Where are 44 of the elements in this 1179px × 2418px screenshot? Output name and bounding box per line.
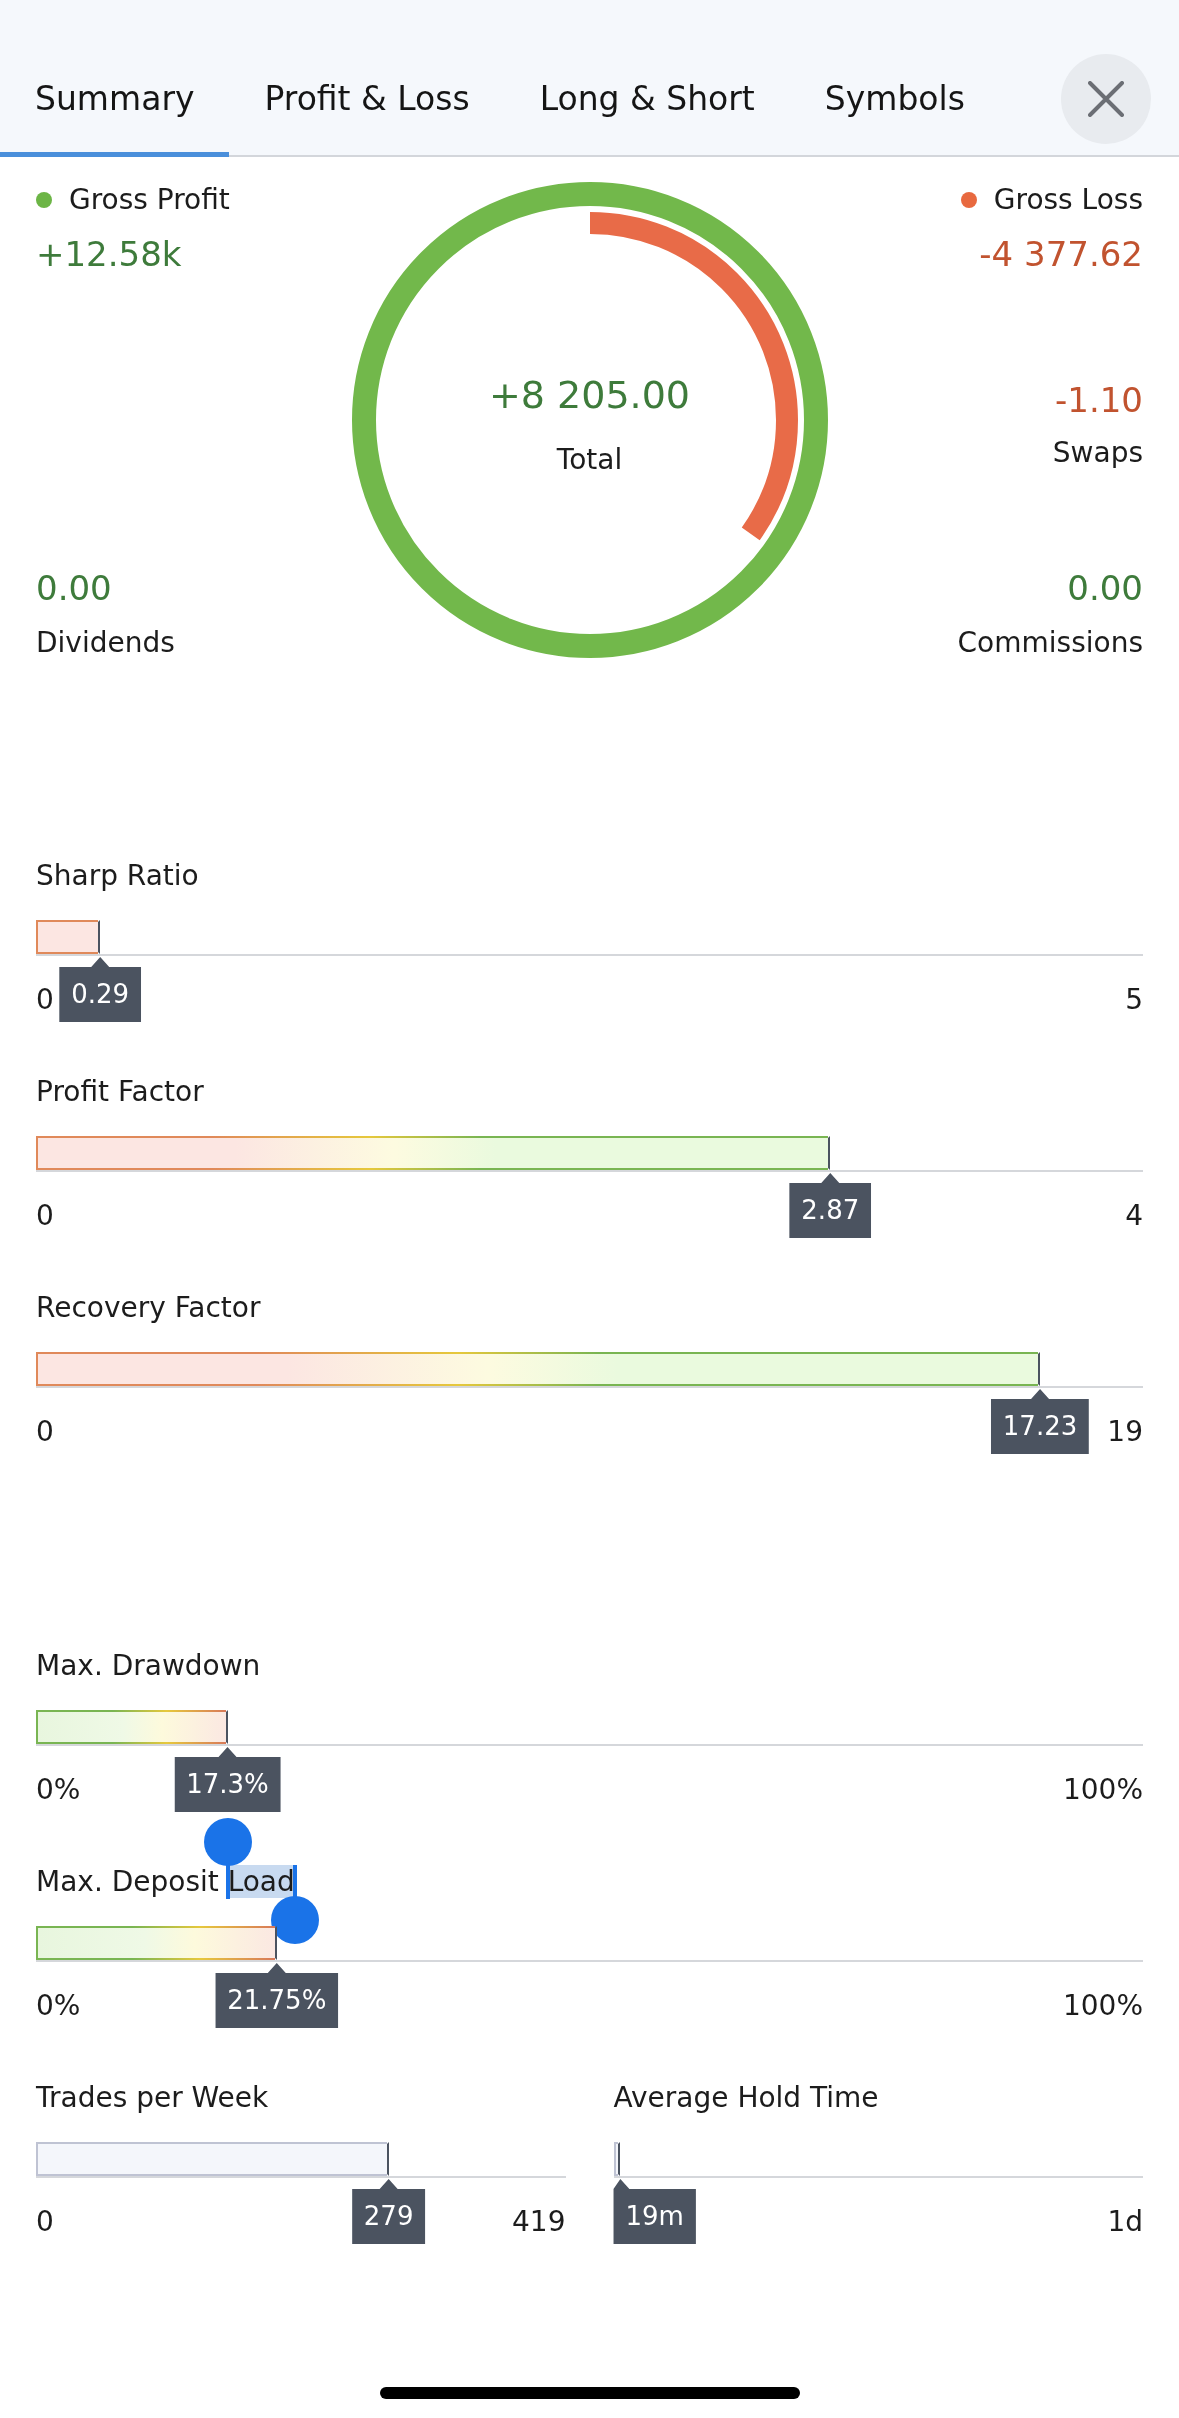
tab[interactable]: Long & Short xyxy=(504,50,790,157)
metric-label: Profit Factor xyxy=(36,1075,204,1109)
value-tooltip: 17.3% xyxy=(174,1747,281,1812)
scale-max-label: 19 xyxy=(1107,1415,1143,1449)
total-label: Total xyxy=(556,443,623,477)
close-icon xyxy=(1088,80,1124,117)
figure-label: Swaps xyxy=(1052,436,1143,470)
figure-value: 0.00 xyxy=(36,567,112,609)
figure-label: Commissions xyxy=(957,626,1143,660)
scale-min-label: 0 xyxy=(36,1199,54,1233)
value-tooltip: 19m xyxy=(613,2179,696,2244)
scale-max-label: 5 xyxy=(1125,983,1143,1017)
tab[interactable]: Profit & Loss xyxy=(229,50,505,157)
value-tooltip: 0.29 xyxy=(59,957,142,1022)
metric-label: Trades per Week xyxy=(36,2081,269,2115)
scale-min-label: 0 xyxy=(36,2205,54,2239)
value-tooltip: 2.87 xyxy=(789,1173,872,1238)
scale-max-label: 419 xyxy=(512,2205,566,2239)
metric-label: Average Hold Time xyxy=(613,2081,879,2115)
metric-label: Recovery Factor xyxy=(36,1291,261,1325)
scale-min-label: 0 xyxy=(36,983,54,1017)
tab[interactable]: Symbols xyxy=(789,50,1000,157)
figure-label: Dividends xyxy=(36,626,175,660)
scale-max-label: 100% xyxy=(1062,1773,1143,1807)
tab[interactable]: Summary xyxy=(0,50,230,157)
value-tooltip: 279 xyxy=(351,2179,426,2244)
legend-label: Gross Loss xyxy=(993,183,1143,217)
scale-max-label: 100% xyxy=(1062,1989,1143,2023)
value-tooltip: 21.75% xyxy=(215,1963,339,2028)
scale-max-label: 4 xyxy=(1125,1199,1143,1233)
value-tooltip: 17.23 xyxy=(990,1389,1090,1454)
legend-label: Gross Profit xyxy=(69,183,230,217)
metric-label: Max. Deposit Load xyxy=(36,1865,295,1899)
figure-value: -4 377.62 xyxy=(979,233,1143,275)
scale-max-label: 1d xyxy=(1107,2205,1143,2239)
scale-min-label: 0 xyxy=(36,1415,54,1449)
figure-value: -1.10 xyxy=(1055,379,1143,421)
metric-label: Sharp Ratio xyxy=(36,859,199,893)
figure-value: +12.58k xyxy=(36,233,182,275)
scale-min-label: 0% xyxy=(36,1989,81,2023)
metric-label: Max. Drawdown xyxy=(36,1649,261,1683)
total-value: +8 205.00 xyxy=(488,372,691,418)
scale-min-label: 0% xyxy=(36,1773,81,1807)
figure-value: 0.00 xyxy=(1067,567,1143,609)
